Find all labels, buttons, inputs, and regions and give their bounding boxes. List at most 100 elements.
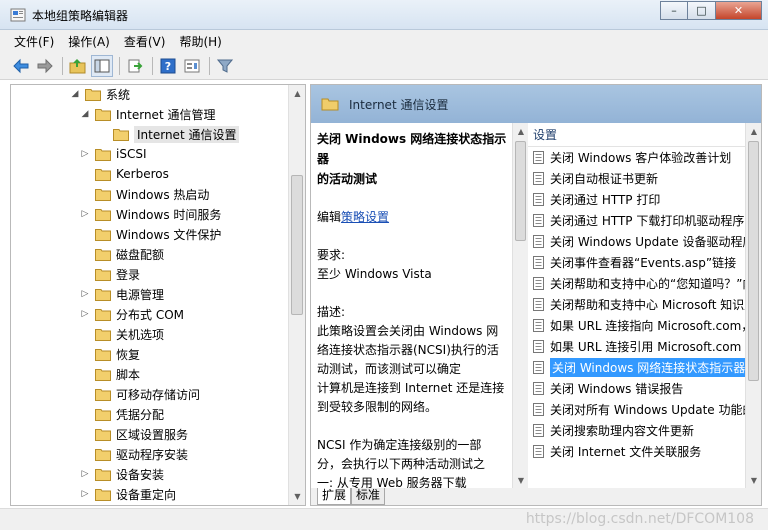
scroll-thumb[interactable] [291, 175, 303, 315]
policy-setting-icon [533, 361, 544, 374]
tree-item[interactable]: ▷ 设备安装 [79, 464, 164, 484]
scroll-up-icon[interactable]: ▲ [289, 85, 305, 102]
policy-tree: ◢ 系统 ◢ Internet 通信管理 Internet 通信设置 ▷ iSCSI Kerb… [10, 84, 306, 506]
tree-item[interactable]: ▷ 设备重定向 [79, 484, 176, 504]
tree-item-label: Windows 热启动 [116, 187, 210, 202]
policy-setting-name: 关闭帮助和支持中心 Microsoft 知识库搜索 [550, 298, 761, 312]
tree-item[interactable]: 恢复 [79, 344, 140, 364]
policy-setting-row[interactable]: 关闭对所有 Windows Update 功能的访问 [528, 399, 761, 420]
collapsed-arrow-icon[interactable]: ▷ [79, 149, 91, 159]
maximize-button[interactable]: □ [688, 1, 716, 20]
tree-item-label: 关机选项 [116, 327, 165, 342]
policy-setting-icon [533, 172, 544, 185]
tree-item[interactable]: Internet 通信设置 [97, 124, 240, 144]
policy-setting-row[interactable]: 关闭事件查看器“Events.asp”链接 [528, 252, 761, 273]
scroll-up-icon[interactable]: ▲ [513, 123, 529, 139]
folder-icon [95, 148, 111, 161]
policy-setting-row[interactable]: 关闭 Windows 错误报告 [528, 378, 761, 399]
description-line: 到受较多限制的网络。 [317, 400, 438, 414]
tree-item-label: 可移动存储访问 [116, 387, 201, 402]
close-button[interactable]: ✕ [716, 1, 762, 20]
collapsed-arrow-icon[interactable]: ▷ [79, 309, 91, 319]
policy-setting-row[interactable]: 如果 URL 连接指向 Microsoft.com，则关闭 [528, 315, 761, 336]
folder-icon [95, 228, 111, 241]
filter-icon[interactable] [214, 55, 236, 77]
policy-setting-row[interactable]: 关闭帮助和支持中心的“您知道吗？”内容 [528, 273, 761, 294]
folder-icon [95, 248, 111, 261]
policy-setting-row[interactable]: 关闭帮助和支持中心 Microsoft 知识库搜索 [528, 294, 761, 315]
tree-item[interactable]: ◢ 系统 [69, 85, 130, 104]
tree-item[interactable]: 驱动程序安装 [79, 444, 188, 464]
toolbar: ? [0, 52, 768, 80]
tree-item[interactable]: Windows 文件保护 [79, 224, 221, 244]
collapsed-arrow-icon[interactable]: ▷ [79, 209, 91, 219]
export-icon[interactable] [124, 55, 146, 77]
policy-setting-icon [533, 403, 544, 416]
open-folder-icon [113, 128, 129, 141]
policy-setting-icon [533, 277, 544, 290]
edit-policy-link[interactable]: 策略设置 [341, 210, 389, 224]
expanded-arrow-icon[interactable]: ◢ [79, 109, 91, 119]
column-header-setting[interactable]: 设置 [528, 123, 761, 147]
forward-icon[interactable] [34, 55, 56, 77]
tree-item[interactable]: 凭据分配 [79, 404, 164, 424]
tree-item[interactable]: Windows 热启动 [79, 184, 209, 204]
description-line: 分，会执行以下两种活动测试之 [317, 457, 486, 471]
tree-item[interactable]: 脚本 [79, 364, 140, 384]
help-icon[interactable]: ? [157, 55, 179, 77]
policy-setting-row[interactable]: 关闭 Internet 文件关联服务 [528, 441, 761, 462]
policy-setting-row[interactable]: 关闭 Windows 客户体验改善计划 [528, 147, 761, 168]
tree-item[interactable]: ▷ Windows 时间服务 [79, 204, 222, 224]
up-folder-icon[interactable] [67, 55, 89, 77]
scroll-thumb[interactable] [515, 141, 526, 241]
policy-setting-name: 如果 URL 连接指向 Microsoft.com，则关闭 [550, 319, 761, 333]
collapsed-arrow-icon[interactable]: ▷ [79, 469, 91, 479]
tab-standard[interactable]: 标准 [351, 488, 386, 505]
toolbar-separator [209, 56, 210, 75]
policy-setting-row[interactable]: 关闭自动根证书更新 [528, 168, 761, 189]
tree-item[interactable]: ◢ Internet 通信管理 [79, 104, 216, 124]
tree-item[interactable]: ▷ 分布式 COM [79, 304, 184, 324]
policy-setting-row[interactable]: 关闭通过 HTTP 打印 [528, 189, 761, 210]
tree-item[interactable]: 磁盘配额 [79, 244, 164, 264]
minimize-button[interactable]: – [660, 1, 688, 20]
tab-extended[interactable]: 扩展 [317, 488, 352, 505]
policy-setting-row[interactable]: 关闭通过 HTTP 下载打印机驱动程序 [528, 210, 761, 231]
scroll-down-icon[interactable]: ▼ [746, 472, 762, 488]
collapsed-arrow-icon[interactable]: ▷ [79, 489, 91, 499]
tree-item[interactable]: ▷ iSCSI [79, 144, 147, 164]
toolbar-separator [119, 56, 120, 75]
expanded-arrow-icon[interactable]: ◢ [69, 89, 81, 99]
tree-item[interactable]: 区域设置服务 [79, 424, 188, 444]
settings-scrollbar[interactable]: ▲ ▼ [745, 123, 761, 488]
menu-help[interactable]: 帮助(H) [179, 33, 221, 50]
description-line [317, 417, 514, 436]
policy-setting-row[interactable]: 关闭搜索助理内容文件更新 [528, 420, 761, 441]
policy-setting-row[interactable]: 关闭 Windows Update 设备驱动程序搜索 [528, 231, 761, 252]
svg-text:?: ? [165, 60, 171, 73]
tree-item[interactable]: ▷ 电源管理 [79, 284, 164, 304]
tree-item[interactable]: 登录 [79, 264, 140, 284]
properties-icon[interactable] [181, 55, 203, 77]
menu-view[interactable]: 查看(V) [124, 33, 166, 50]
policy-setting-row[interactable]: 关闭 Windows 网络连接状态指示器的活动测试 [528, 357, 761, 378]
tree-item[interactable]: Kerberos [79, 164, 169, 184]
settings-list: 设置 关闭 Windows 客户体验改善计划 关闭自动根证书更新 关闭通过 HTTP… [528, 123, 761, 488]
menu-action[interactable]: 操作(A) [68, 33, 110, 50]
scroll-up-icon[interactable]: ▲ [746, 123, 762, 139]
tree-item[interactable]: 关机选项 [79, 324, 164, 344]
description-scrollbar[interactable]: ▲ ▼ [512, 123, 528, 488]
policy-setting-row[interactable]: 如果 URL 连接引用 Microsoft.com 则关闭 [528, 336, 761, 357]
scroll-thumb[interactable] [748, 141, 759, 381]
collapsed-arrow-icon[interactable]: ▷ [79, 289, 91, 299]
back-icon[interactable] [10, 55, 32, 77]
folder-icon [95, 268, 111, 281]
menu-file[interactable]: 文件(F) [14, 33, 54, 50]
show-hide-tree-icon[interactable] [91, 54, 113, 77]
folder-icon [95, 428, 111, 441]
scroll-down-icon[interactable]: ▼ [513, 472, 529, 488]
tree-item[interactable]: 可移动存储访问 [79, 384, 200, 404]
policy-setting-name: 关闭对所有 Windows Update 功能的访问 [550, 403, 761, 417]
tree-scrollbar[interactable]: ▲ ▼ [288, 85, 305, 505]
scroll-down-icon[interactable]: ▼ [289, 488, 305, 505]
